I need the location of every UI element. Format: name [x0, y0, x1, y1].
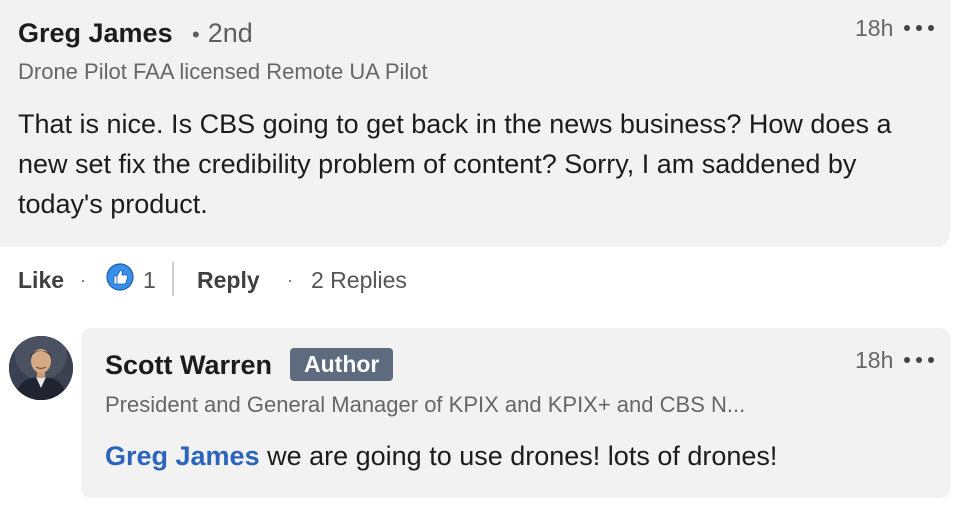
separator-dot: · [287, 270, 293, 290]
comment-timestamp: 18h [855, 15, 894, 41]
comment-body: That is nice. Is CBS going to get back i… [18, 109, 892, 219]
connection-degree: • 2nd [192, 16, 253, 52]
comment-author-name[interactable]: Greg James [18, 16, 173, 50]
reply-body: Greg James we are going to use drones! l… [105, 436, 925, 476]
like-button[interactable]: Like [18, 266, 64, 294]
comment-actions: Like · 1 Reply · 2 Replies [0, 258, 958, 302]
replies-count-link[interactable]: 2 Replies [311, 266, 407, 294]
more-options-icon[interactable] [904, 23, 934, 33]
author-badge: Author [290, 348, 394, 381]
degree-label: 2nd [207, 18, 253, 48]
like-reaction-icon[interactable] [106, 263, 134, 291]
avatar[interactable] [9, 336, 73, 400]
reply-author-name[interactable]: Scott Warren [105, 348, 272, 382]
reply-timestamp: 18h [855, 347, 894, 373]
reaction-count[interactable]: 1 [143, 266, 156, 294]
degree-dot: • [192, 22, 200, 47]
comment-author-headline: Drone Pilot FAA licensed Remote UA Pilot [18, 59, 428, 84]
mention-link[interactable]: Greg James [105, 441, 260, 471]
reply-author-headline: President and General Manager of KPIX an… [105, 392, 746, 417]
reply-button[interactable]: Reply [197, 266, 260, 294]
separator-dot: · [80, 270, 86, 290]
action-divider [172, 262, 174, 296]
more-options-icon[interactable] [904, 355, 934, 365]
reply-body-text: we are going to use drones! lots of dron… [259, 441, 778, 471]
